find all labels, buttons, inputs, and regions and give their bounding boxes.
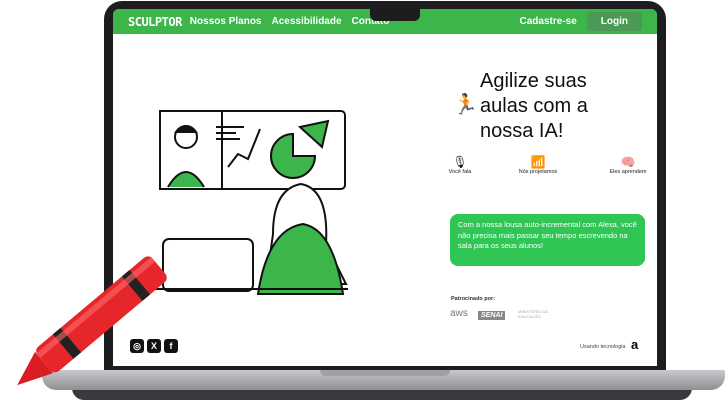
wifi-icon: 📶 [530, 155, 546, 169]
laptop-hinge [320, 370, 450, 376]
brain-icon: 🧠 [620, 155, 636, 169]
microphone-icon: 🎙 [452, 155, 468, 169]
description-bubble: Com a nossa lousa auto-incremental com A… [450, 214, 645, 266]
logo[interactable]: SCULPTOR [128, 15, 182, 29]
login-button[interactable]: Login [586, 12, 642, 31]
nav-acessibilidade[interactable]: Acessibilidade [272, 16, 342, 27]
aws-logo: aws [450, 308, 468, 319]
feature-nos-projetamos: 📶 Nós projetamos [518, 155, 558, 175]
feature-voce-fala: 🎙 Você fala [440, 155, 480, 175]
feature-eles-aprendem: 🧠 Eles aprendem [609, 155, 647, 175]
signup-link[interactable]: Cadastre-se [520, 16, 577, 27]
running-person-icon: 🏃 [453, 94, 478, 116]
nav-planos[interactable]: Nossos Planos [190, 16, 262, 27]
amazon-logo: a [631, 337, 639, 352]
senai-logo: SENAI [478, 311, 506, 320]
camera-notch [370, 9, 420, 21]
hero-headline: Agilize suas aulas com a nossa IA! [480, 70, 588, 142]
website-screen: SCULPTOR Nossos Planos Acessibilidade Co… [113, 9, 657, 366]
crayon-decoration [17, 256, 167, 386]
tech-label: Usando tecnologia [580, 344, 626, 350]
sponsors-label: Patrocinado por: [451, 296, 496, 302]
mec-logo: MINISTÉRIO DA EDUCAÇÃO [518, 309, 548, 319]
